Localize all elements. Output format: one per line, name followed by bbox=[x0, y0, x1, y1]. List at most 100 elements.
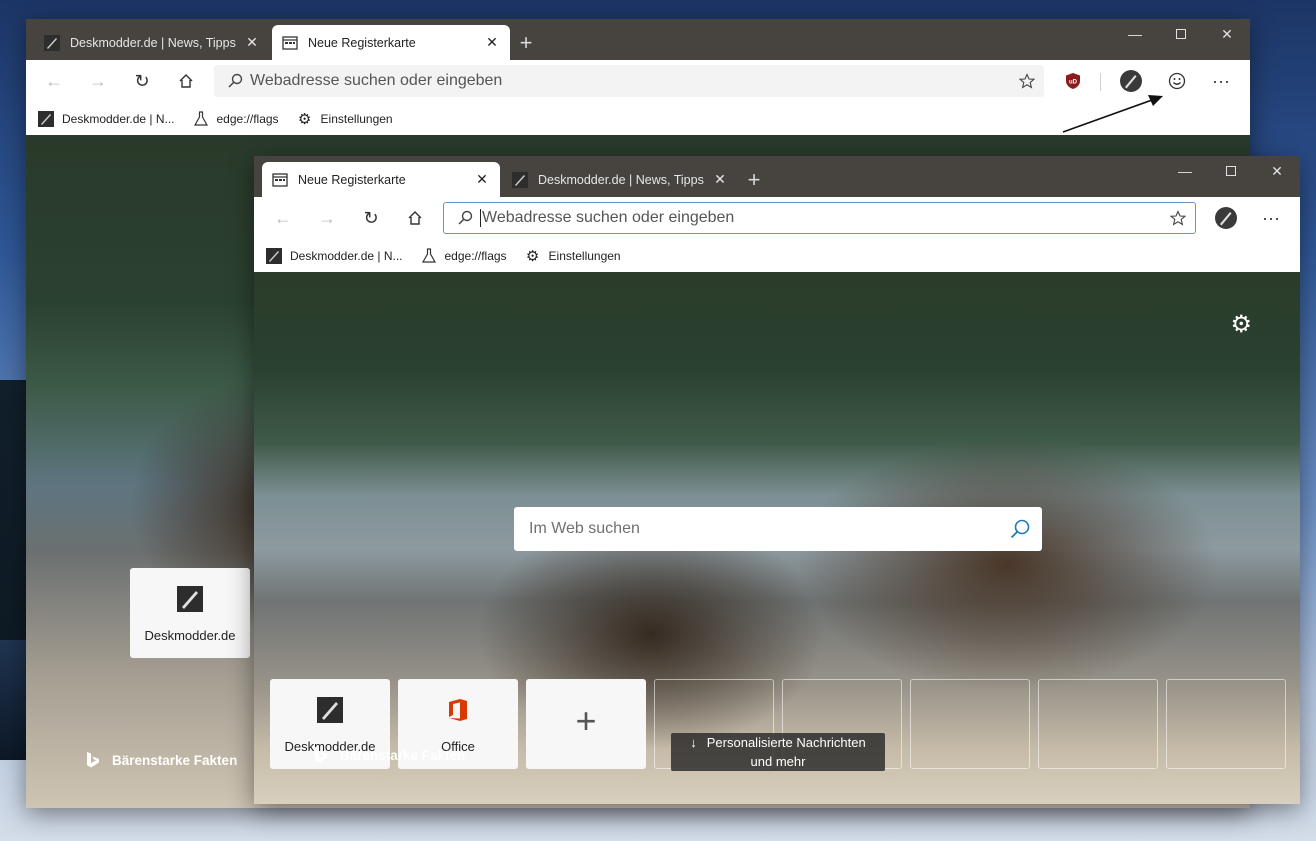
more-dots-icon: ··· bbox=[1212, 70, 1230, 91]
page-settings-button[interactable]: ⚙ bbox=[1230, 310, 1252, 339]
refresh-button[interactable]: ↻ bbox=[126, 66, 158, 96]
home-icon bbox=[179, 74, 193, 88]
personalized-news-button[interactable]: ↓ Personalisierte Nachrichten und mehr bbox=[671, 733, 885, 771]
empty-tile bbox=[910, 679, 1030, 769]
search-icon[interactable] bbox=[998, 518, 1042, 540]
minimize-button[interactable]: — bbox=[1162, 156, 1208, 186]
toolbar: ← → ↻ Webadresse suchen oder eingeben uD… bbox=[26, 60, 1250, 102]
deskmodder-profile-icon bbox=[1215, 207, 1237, 229]
bing-fact-label: Bärenstarke Fakten bbox=[340, 747, 466, 763]
favorite-star-icon[interactable] bbox=[1161, 210, 1195, 226]
toolbar-separator bbox=[1100, 73, 1101, 91]
favorite-star-icon[interactable] bbox=[1010, 73, 1044, 89]
news-button-line2: und mehr bbox=[750, 754, 806, 769]
add-site-tile[interactable]: + bbox=[526, 679, 646, 769]
tab-new-tab[interactable]: Neue Registerkarte ✕ bbox=[262, 162, 500, 197]
new-tab-button[interactable]: + bbox=[738, 162, 770, 197]
back-button[interactable]: ← bbox=[267, 203, 299, 233]
newtab-icon bbox=[272, 172, 288, 187]
minimize-icon: — bbox=[1178, 163, 1192, 179]
address-input[interactable]: Webadresse suchen oder eingeben bbox=[480, 209, 1161, 227]
favorite-settings[interactable]: ⚙ Einstellungen bbox=[297, 110, 393, 128]
more-menu-button[interactable]: ··· bbox=[1254, 203, 1288, 233]
web-search-input[interactable]: Im Web suchen bbox=[529, 520, 998, 538]
office-icon bbox=[449, 699, 467, 721]
web-search-box[interactable]: Im Web suchen bbox=[514, 507, 1042, 551]
bing-fact-link[interactable]: Bärenstarke Fakten bbox=[312, 746, 465, 764]
home-button[interactable] bbox=[399, 203, 431, 233]
gear-icon: ⚙ bbox=[297, 110, 312, 128]
tab-new-tab[interactable]: Neue Registerkarte ✕ bbox=[272, 25, 510, 60]
empty-tile bbox=[1166, 679, 1286, 769]
deskmodder-icon bbox=[44, 34, 60, 51]
home-icon bbox=[408, 211, 422, 225]
address-bar[interactable]: Webadresse suchen oder eingeben bbox=[214, 65, 1044, 97]
favorites-bar: Deskmodder.de | N... edge://flags ⚙ Eins… bbox=[254, 239, 1300, 272]
tab-label: Neue Registerkarte bbox=[298, 172, 406, 187]
deskmodder-icon bbox=[177, 586, 203, 612]
deskmodder-icon bbox=[512, 171, 528, 188]
favorite-label: Einstellungen bbox=[320, 111, 393, 126]
gear-icon: ⚙ bbox=[525, 247, 540, 265]
plus-icon: + bbox=[575, 700, 597, 741]
favorite-label: edge://flags bbox=[216, 111, 279, 126]
bing-fact-link[interactable]: Bärenstarke Fakten bbox=[84, 751, 237, 769]
forward-button[interactable]: → bbox=[82, 66, 114, 96]
maximize-button[interactable] bbox=[1158, 19, 1204, 49]
flask-icon bbox=[421, 247, 436, 263]
ublock-button[interactable]: uD bbox=[1056, 66, 1090, 96]
new-tab-button[interactable]: + bbox=[510, 25, 542, 60]
favorite-deskmodder[interactable]: Deskmodder.de | N... bbox=[266, 247, 403, 264]
favorite-label: Deskmodder.de | N... bbox=[62, 111, 175, 126]
ublock-shield-icon: uD bbox=[1066, 73, 1080, 89]
deskmodder-profile-icon bbox=[1120, 70, 1142, 92]
browser-window-front: Neue Registerkarte ✕ Deskmodder.de | New… bbox=[254, 156, 1300, 804]
arrow-right-icon: → bbox=[318, 207, 336, 228]
favorite-settings[interactable]: ⚙ Einstellungen bbox=[525, 247, 621, 265]
tile-label: Deskmodder.de bbox=[144, 628, 236, 643]
search-icon bbox=[450, 210, 480, 226]
favorite-label: Deskmodder.de | N... bbox=[290, 248, 403, 263]
search-icon bbox=[220, 73, 250, 89]
close-window-button[interactable]: ✕ bbox=[1254, 156, 1300, 186]
profile-button[interactable] bbox=[1114, 66, 1148, 96]
favorite-edge-flags[interactable]: edge://flags bbox=[421, 247, 507, 264]
forward-button[interactable]: → bbox=[311, 203, 343, 233]
minimize-icon: — bbox=[1128, 26, 1142, 42]
bing-fact-label: Bärenstarke Fakten bbox=[112, 752, 238, 768]
more-menu-button[interactable]: ··· bbox=[1204, 66, 1238, 96]
top-site-tile-deskmodder[interactable]: Deskmodder.de bbox=[130, 568, 250, 658]
bing-logo-icon bbox=[87, 752, 99, 768]
tab-label: Deskmodder.de | News, Tipps und bbox=[538, 172, 704, 187]
profile-button[interactable] bbox=[1209, 203, 1243, 233]
close-icon[interactable]: ✕ bbox=[484, 34, 500, 51]
deskmodder-icon bbox=[317, 697, 343, 723]
maximize-button[interactable] bbox=[1208, 156, 1254, 186]
favorites-bar: Deskmodder.de | N... edge://flags ⚙ Eins… bbox=[26, 102, 1250, 135]
maximize-icon bbox=[1176, 29, 1186, 39]
close-icon[interactable]: ✕ bbox=[474, 171, 490, 188]
favorite-deskmodder[interactable]: Deskmodder.de | N... bbox=[38, 110, 175, 127]
close-window-button[interactable]: ✕ bbox=[1204, 19, 1250, 49]
refresh-button[interactable]: ↻ bbox=[355, 203, 387, 233]
minimize-button[interactable]: — bbox=[1112, 19, 1158, 49]
empty-tile bbox=[1038, 679, 1158, 769]
feedback-button[interactable] bbox=[1160, 66, 1194, 96]
favorite-label: Einstellungen bbox=[548, 248, 621, 263]
tab-deskmodder[interactable]: Deskmodder.de | News, Tipps und ✕ bbox=[34, 25, 270, 60]
refresh-icon: ↻ bbox=[134, 70, 150, 91]
flask-icon bbox=[193, 110, 208, 126]
favorite-edge-flags[interactable]: edge://flags bbox=[193, 110, 279, 127]
address-input[interactable]: Webadresse suchen oder eingeben bbox=[250, 72, 1010, 90]
more-dots-icon: ··· bbox=[1262, 207, 1280, 228]
svg-text:uD: uD bbox=[1069, 80, 1078, 86]
home-button[interactable] bbox=[170, 66, 202, 96]
tab-deskmodder[interactable]: Deskmodder.de | News, Tipps und ✕ bbox=[502, 162, 738, 197]
close-icon: ✕ bbox=[1221, 25, 1233, 42]
arrow-right-icon: → bbox=[89, 70, 107, 91]
back-button[interactable]: ← bbox=[38, 66, 70, 96]
address-bar[interactable]: Webadresse suchen oder eingeben bbox=[443, 202, 1196, 234]
close-icon[interactable]: ✕ bbox=[244, 34, 260, 51]
gear-icon: ⚙ bbox=[1230, 311, 1252, 338]
close-icon[interactable]: ✕ bbox=[712, 171, 728, 188]
